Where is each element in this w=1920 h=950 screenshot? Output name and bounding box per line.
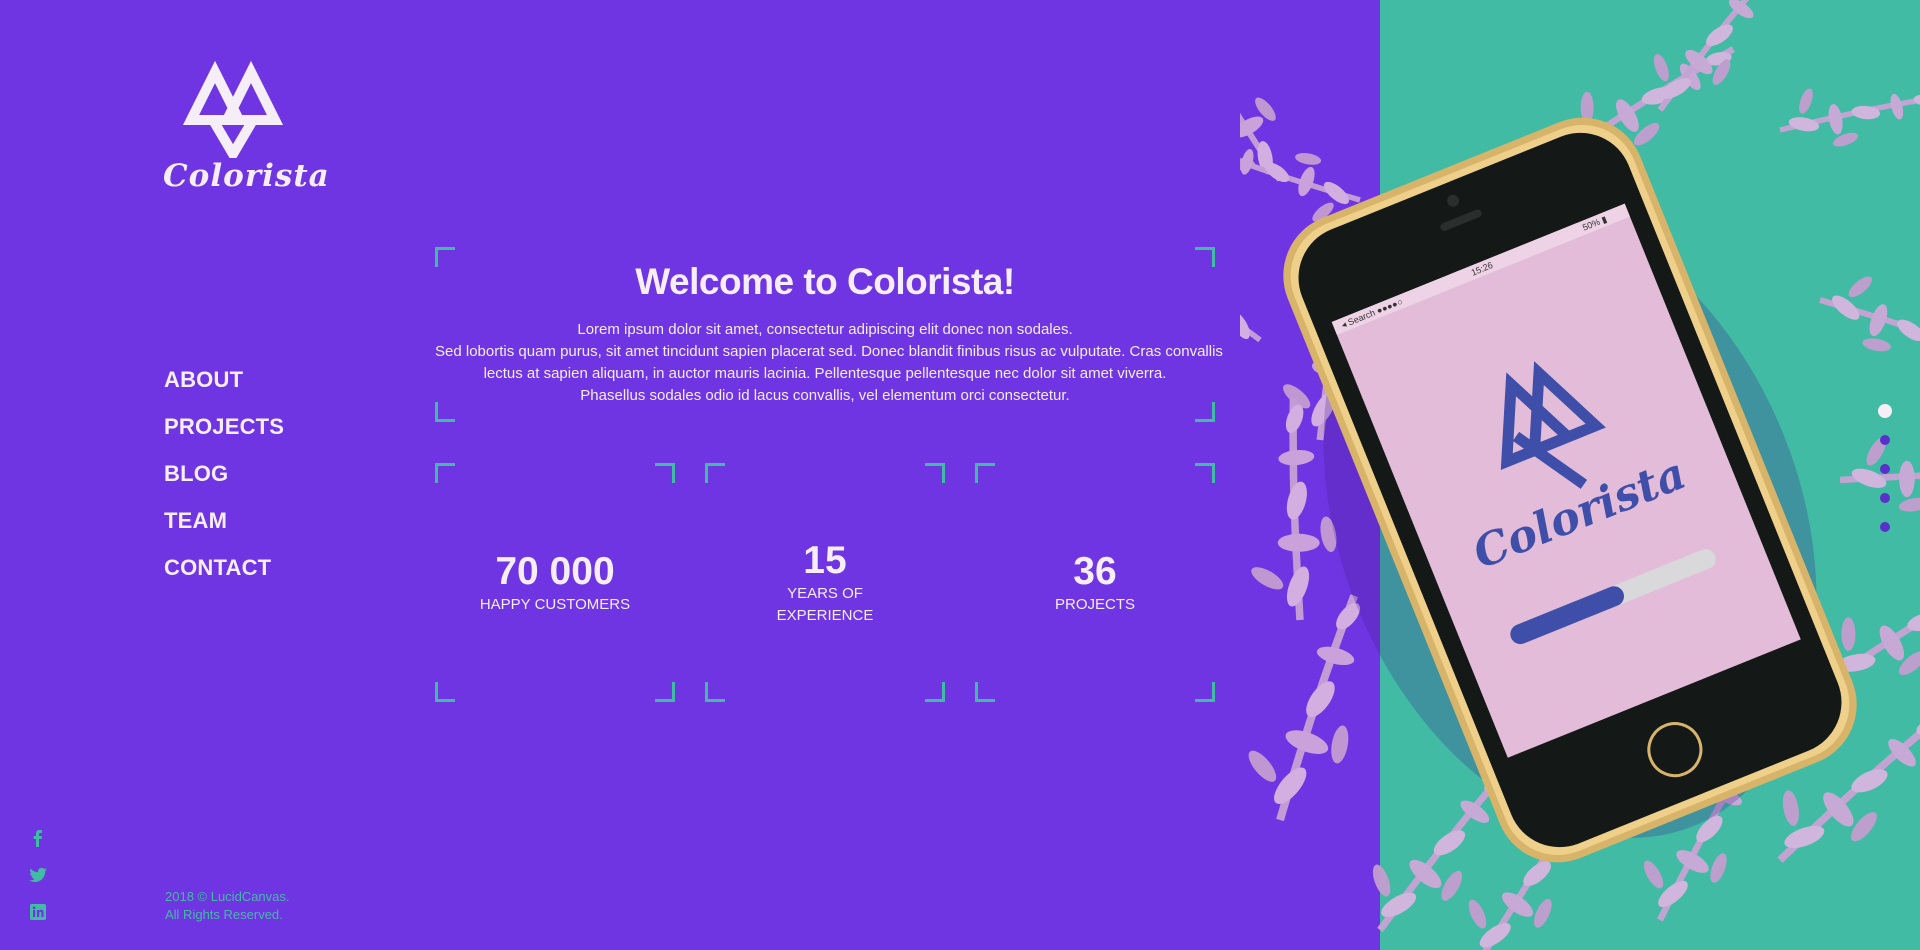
corner-bracket — [435, 463, 455, 483]
stat-projects: 36 PROJECTS — [975, 463, 1215, 702]
corner-bracket — [1195, 463, 1215, 483]
corner-bracket — [655, 682, 675, 702]
stat-years-experience: 15 YEARS OF EXPERIENCE — [705, 463, 945, 702]
stat-label: PROJECTS — [1054, 595, 1135, 613]
hero-line: lectus at sapien aliquam, in auctor maur… — [483, 365, 1167, 382]
stat-value: 70 000 — [495, 549, 615, 593]
corner-bracket — [655, 463, 675, 483]
slide-dot-3[interactable] — [1880, 464, 1890, 474]
hero-line: Sed lobortis quam purus, sit amet tincid… — [435, 343, 1223, 360]
corner-bracket — [705, 463, 725, 483]
hero-description: Lorem ipsum dolor sit amet, consectetur … — [435, 319, 1223, 407]
corner-bracket — [1195, 247, 1215, 267]
stat-label: EXPERIENCE — [776, 606, 874, 624]
hero-line: Phasellus sodales odio id lacus convalli… — [580, 387, 1070, 404]
hero-section: Welcome to Colorista! Lorem ipsum dolor … — [435, 247, 1223, 422]
slide-pagination — [1878, 404, 1892, 551]
corner-bracket — [1195, 682, 1215, 702]
brand-name: Colorista — [163, 158, 330, 194]
corner-bracket — [975, 463, 995, 483]
phone-mockup-image: ◂ Search ●●●●○ 15:26 50% ▮ Colorista — [1240, 0, 1920, 950]
slide-dot-4[interactable] — [1880, 493, 1890, 503]
copyright-line: 2018 © LucidCanvas. — [165, 889, 290, 904]
corner-bracket — [435, 682, 455, 702]
stat-label: HAPPY CUSTOMERS — [479, 595, 631, 613]
corner-bracket — [435, 402, 455, 422]
nav-item-projects[interactable]: PROJECTS — [164, 412, 284, 459]
stat-value: 15 — [803, 538, 847, 582]
stat-label: YEARS OF — [787, 584, 863, 602]
nav-item-blog[interactable]: BLOG — [164, 459, 284, 506]
copyright-line: All Rights Reserved. — [165, 907, 283, 922]
social-links — [28, 828, 48, 939]
corner-bracket — [975, 682, 995, 702]
phone-illustration: ◂ Search ●●●●○ 15:26 50% ▮ Colorista — [1240, 0, 1920, 950]
nav-item-contact[interactable]: CONTACT — [164, 553, 284, 600]
linkedin-icon[interactable] — [28, 902, 48, 922]
colorista-logo-icon — [183, 60, 283, 158]
main-nav: ABOUT PROJECTS BLOG TEAM CONTACT — [164, 365, 284, 600]
facebook-icon[interactable] — [28, 828, 48, 848]
brand-logo[interactable]: Colorista — [163, 58, 330, 194]
stat-happy-customers: 70 000 HAPPY CUSTOMERS — [435, 463, 675, 702]
slide-dot-5[interactable] — [1880, 522, 1890, 532]
corner-bracket — [705, 682, 725, 702]
corner-bracket — [1195, 402, 1215, 422]
copyright: 2018 © LucidCanvas. All Rights Reserved. — [165, 888, 290, 924]
stat-value: 36 — [1073, 549, 1117, 593]
slide-dot-1[interactable] — [1878, 404, 1892, 418]
corner-bracket — [435, 247, 455, 267]
nav-item-team[interactable]: TEAM — [164, 506, 284, 553]
corner-bracket — [925, 463, 945, 483]
corner-bracket — [925, 682, 945, 702]
hero-line: Lorem ipsum dolor sit amet, consectetur … — [577, 321, 1073, 338]
hero-title: Welcome to Colorista! — [635, 261, 1015, 302]
twitter-icon[interactable] — [28, 865, 48, 885]
nav-item-about[interactable]: ABOUT — [164, 365, 284, 412]
slide-dot-2[interactable] — [1880, 435, 1890, 445]
